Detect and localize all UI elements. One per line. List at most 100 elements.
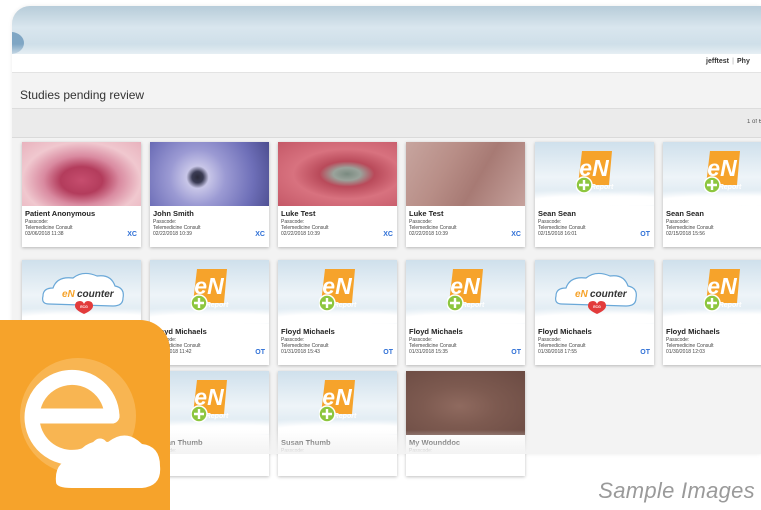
modality-badge: XC <box>511 231 521 238</box>
study-date: 01/31/2018 15:35 <box>409 349 448 355</box>
pager-indicator[interactable]: 1 of 6 <box>747 119 761 125</box>
en-report-logo-icon: eNReport <box>447 269 485 312</box>
study-info: John Smith Passcode: Telemedicine Consult 0… <box>150 206 269 247</box>
modality-badge: OT <box>511 349 521 356</box>
patient-name: Luke Test <box>409 209 444 218</box>
patient-name: Luke Test <box>281 209 316 218</box>
page-title: Studies pending review <box>20 88 145 102</box>
user-separator: | <box>732 58 734 65</box>
encounter-logo-icon: eN counter ECG <box>555 272 637 314</box>
study-date: 01/30/2018 17:55 <box>538 349 577 355</box>
en-report-logo-icon: eNReport <box>319 269 357 312</box>
study-date: 02/15/2018 15:56 <box>666 231 705 237</box>
study-card[interactable]: eN Report Sean Sean Passcode: Telemedicine C… <box>535 142 654 247</box>
modality-badge: XC <box>383 231 393 238</box>
patient-name: John Smith <box>153 209 194 218</box>
modality-badge: OT <box>383 349 393 356</box>
study-info: Luke Test Passcode: Telemedicine Consult 02… <box>406 206 525 247</box>
user-role-link[interactable]: Phy <box>737 58 761 65</box>
modality-badge: OT <box>640 231 650 238</box>
study-card[interactable]: eN Report Sean Sean Passcode: Telemedicine C… <box>663 142 761 247</box>
encounter-thumbnail: eN counter ECG <box>22 260 141 324</box>
wound-photo <box>406 371 525 435</box>
encounter-logo-icon: eN counter ECG <box>42 272 124 314</box>
en-report-logo-icon: eNReport <box>704 151 742 194</box>
study-card[interactable]: eNReport Floyd MichaelsPasscode:Telemedic… <box>278 260 397 365</box>
study-info: Sean Sean Passcode: Telemedicine Consult 02… <box>535 206 654 247</box>
report-thumbnail: eN Report <box>663 260 761 324</box>
sample-images-caption: Sample Images <box>598 478 755 503</box>
study-date: 02/15/2018 16:01 <box>538 231 577 237</box>
en-report-logo-icon: eNReport <box>191 380 229 423</box>
en-report-logo-icon: eNReport <box>319 380 357 423</box>
study-date: 03/06/2018 11:38 <box>25 231 64 237</box>
modality-badge: XC <box>127 231 137 238</box>
ear-photo <box>278 142 397 206</box>
en-report-logo-icon: eNReport <box>704 269 742 312</box>
study-info: Floyd MichaelsPasscode:Telemedicine Cons… <box>406 324 525 365</box>
study-card[interactable]: eNReport Floyd MichaelsPasscode:Telemedic… <box>406 260 525 365</box>
report-thumbnail: eN Report <box>278 260 397 324</box>
modality-badge: OT <box>640 349 650 356</box>
encounter-rest: counter <box>77 289 115 300</box>
study-card[interactable]: eN counter ECG Floyd Michaels Passcode: Telem… <box>535 260 654 365</box>
en-report-word: Report <box>591 184 614 191</box>
patient-name: Sean Sean <box>538 209 576 218</box>
study-date: 01/31/2018 15:43 <box>281 349 320 355</box>
encounter-app-icon <box>0 320 170 510</box>
study-info: Patient Anonymous Passcode: Telemedicine C… <box>22 206 141 247</box>
patient-name: Floyd Michaels <box>666 327 720 336</box>
study-info: Sean Sean Passcode: Telemedicine Consult 02… <box>663 206 761 247</box>
en-report-word: Report <box>334 413 357 420</box>
patient-name: Floyd Michaels <box>281 327 335 336</box>
report-thumbnail: eN Report <box>150 260 269 324</box>
study-card[interactable]: Luke Test Passcode: Telemedicine Consult 02… <box>278 142 397 247</box>
app-logo-fragment <box>12 32 24 54</box>
modality-badge: OT <box>255 349 265 356</box>
en-report-word: Report <box>719 302 742 309</box>
study-date: 01/30/2018 12:03 <box>666 349 705 355</box>
throat-photo <box>22 142 141 206</box>
study-info: Floyd MichaelsPasscode:Telemedicine Cons… <box>278 324 397 365</box>
patient-name: Floyd Michaels <box>538 327 592 336</box>
study-card[interactable]: eNReport Floyd MichaelsPasscode:Telemedic… <box>663 260 761 365</box>
encounter-ecg: ECG <box>593 305 601 309</box>
patient-name: Floyd Michaels <box>409 327 463 336</box>
study-info: Floyd MichaelsPasscode:Telemedicine Cons… <box>535 324 654 365</box>
user-bar: jefftest | Phy <box>12 54 761 73</box>
study-card[interactable]: John Smith Passcode: Telemedicine Consult 0… <box>150 142 269 247</box>
modality-badge: XC <box>255 231 265 238</box>
study-date: 02/22/2018 10:39 <box>281 231 320 237</box>
user-name-link[interactable]: jefftest <box>706 58 729 65</box>
skin-photo <box>406 142 525 206</box>
en-report-logo-icon: eNReport <box>191 269 229 312</box>
study-date: 02/22/2018 10:39 <box>153 231 192 237</box>
patient-name: Patient Anonymous <box>25 209 96 218</box>
report-thumbnail: eN Report <box>278 371 397 435</box>
study-card[interactable]: My WounddocPasscode: <box>406 371 525 476</box>
header-banner <box>12 6 761 54</box>
study-card[interactable]: Patient Anonymous Passcode: Telemedicine C… <box>22 142 141 247</box>
report-thumbnail: eN Report <box>535 142 654 206</box>
report-thumbnail: eN Report <box>406 260 525 324</box>
en-report-word: Report <box>462 302 485 309</box>
encounter-thumbnail: eN counter ECG <box>535 260 654 324</box>
study-info: Luke Test Passcode: Telemedicine Consult 02… <box>278 206 397 247</box>
study-card[interactable]: Luke Test Passcode: Telemedicine Consult 02… <box>406 142 525 247</box>
en-report-word: Report <box>206 413 229 420</box>
encounter-prefix: eN <box>575 289 589 300</box>
en-report-word: Report <box>719 184 742 191</box>
encounter-rest: counter <box>590 289 628 300</box>
pager-bar: 1 of 6 <box>12 109 761 138</box>
study-card[interactable]: eNReportSusan ThumbPasscode: <box>278 371 397 476</box>
en-report-word: Report <box>206 302 229 309</box>
patient-name: Sean Sean <box>666 209 704 218</box>
study-date: 02/22/2018 10:39 <box>409 231 448 237</box>
study-info: Floyd MichaelsPasscode:Telemedicine Cons… <box>663 324 761 365</box>
encounter-ecg: ECG <box>80 305 88 309</box>
eye-photo <box>150 142 269 206</box>
report-thumbnail: eN Report <box>663 142 761 206</box>
e-cloud-icon <box>20 358 161 488</box>
en-report-word: Report <box>334 302 357 309</box>
encounter-prefix: eN <box>62 289 76 300</box>
